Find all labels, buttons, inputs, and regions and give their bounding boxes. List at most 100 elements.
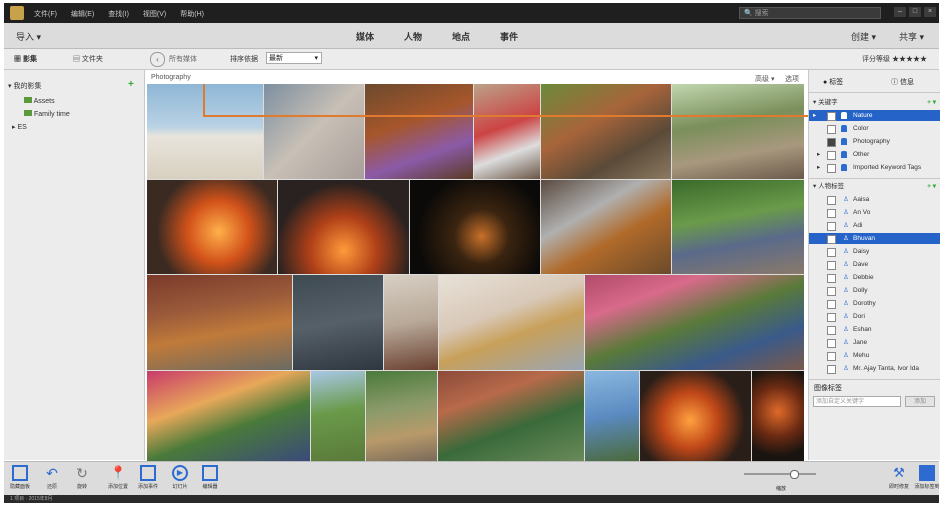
person-row[interactable]: ♙ Adi	[809, 220, 940, 231]
photo-thumbnail[interactable]	[293, 275, 383, 370]
menu-help[interactable]: 帮助(H)	[180, 9, 204, 19]
event-icon	[140, 465, 156, 481]
add-tag-button[interactable]: 添加	[905, 396, 935, 407]
minimize-icon[interactable]: –	[894, 7, 906, 17]
photo-thumbnail[interactable]	[541, 180, 671, 274]
photo-thumbnail[interactable]	[147, 275, 292, 370]
person-icon: ♙	[843, 196, 849, 203]
photo-thumbnail[interactable]	[585, 371, 639, 461]
person-row[interactable]: ♙ Mehu	[809, 350, 940, 361]
person-row[interactable]: ♙ Bhuvan	[809, 233, 940, 244]
person-row[interactable]: ♙ Dolly	[809, 285, 940, 296]
undo-icon: ↶	[46, 465, 58, 481]
keyword-row-imported[interactable]: ▸ Imported Keyword Tags	[809, 162, 940, 173]
close-icon[interactable]: ×	[924, 7, 936, 17]
tab-info[interactable]: ⓘ 信息	[891, 77, 914, 87]
undo-button[interactable]: ↶ 还原	[40, 465, 64, 490]
import-button[interactable]: 导入 ▾	[16, 30, 41, 43]
options-button[interactable]: 选项	[785, 74, 799, 84]
left-panel-tabs: ▦ 影集 ▤ 文件夹	[14, 54, 103, 64]
add-keyword-icon[interactable]: + ▾	[927, 97, 936, 108]
photo-thumbnail[interactable]	[585, 275, 804, 370]
photo-thumbnail[interactable]	[672, 180, 804, 274]
people-section-header[interactable]: ▾ 人物标签 + ▾	[809, 181, 940, 192]
tab-places[interactable]: 地点	[452, 30, 470, 43]
album-item[interactable]: ▸ ES	[12, 123, 27, 131]
person-row[interactable]: ♙ Dorothy	[809, 298, 940, 309]
person-row[interactable]: ♙ Debbie	[809, 272, 940, 283]
add-tag-to-button[interactable]: 添加标签到	[914, 465, 940, 490]
person-row[interactable]: ♙ An Vo	[809, 207, 940, 218]
main-toolbar: 导入 ▾ 媒体 人物 地点 事件 创建 ▾ 共享 ▾	[4, 23, 939, 49]
search-input[interactable]: 🔍 搜索	[739, 7, 881, 19]
tab-people[interactable]: 人物	[404, 30, 422, 43]
left-panel: ▾ 我的影集 + Assets Family time ▸ ES	[4, 70, 145, 460]
tab-events[interactable]: 事件	[500, 30, 518, 43]
person-row[interactable]: ♙ Dave	[809, 259, 940, 270]
add-location-button[interactable]: 📍 添加位置	[104, 465, 132, 490]
editor-button[interactable]: 编辑器	[196, 465, 224, 490]
menu-edit[interactable]: 编辑(E)	[71, 9, 94, 19]
photo-thumbnail[interactable]	[384, 275, 438, 370]
rotate-button[interactable]: ↻ 旋转	[70, 465, 94, 490]
photo-thumbnail[interactable]	[147, 84, 263, 179]
album-item[interactable]: Family time	[24, 110, 70, 118]
photo-thumbnail[interactable]	[474, 84, 540, 179]
maximize-icon[interactable]: □	[909, 7, 921, 17]
tab-tags[interactable]: ● 标签	[823, 77, 843, 87]
person-row[interactable]: ♙ Dori	[809, 311, 940, 322]
keyword-row-other[interactable]: ▸ Other	[809, 149, 940, 160]
add-event-button[interactable]: 添加事件	[134, 465, 162, 490]
sort-select[interactable]: 最新 ▾	[266, 52, 322, 64]
my-albums-header[interactable]: ▾ 我的影集	[8, 81, 41, 91]
photo-thumbnail[interactable]	[147, 180, 277, 274]
back-button[interactable]: ‹	[150, 52, 165, 67]
keyword-row-nature[interactable]: ▸ Nature	[809, 110, 940, 121]
person-icon: ♙	[843, 339, 849, 346]
share-button[interactable]: 共享 ▾	[899, 30, 924, 43]
menu-find[interactable]: 查找(I)	[108, 9, 129, 19]
rating-filter[interactable]: 评分等级 ★★★★★	[862, 54, 927, 64]
photo-thumbnail[interactable]	[366, 371, 437, 461]
photo-thumbnail[interactable]	[278, 180, 409, 274]
person-icon: ♙	[843, 365, 849, 372]
keyword-row-color[interactable]: Color	[809, 123, 940, 134]
slideshow-button[interactable]: ▶ 幻灯片	[166, 465, 194, 490]
add-album-icon[interactable]: +	[128, 79, 134, 90]
photo-thumbnail[interactable]	[311, 371, 365, 461]
zoom-slider-handle[interactable]	[790, 470, 799, 479]
tag-icon	[919, 465, 935, 481]
photo-thumbnail[interactable]	[410, 180, 540, 274]
person-row[interactable]: ♙ Aaisa	[809, 194, 940, 205]
person-icon: ♙	[843, 261, 849, 268]
person-row[interactable]: ♙ Mr. Ajay Tanta, Ivor Ida	[809, 363, 940, 374]
add-person-icon[interactable]: + ▾	[927, 181, 936, 192]
view-dropdown[interactable]: 高级 ▾	[755, 74, 774, 84]
person-icon: ♙	[843, 287, 849, 294]
create-button[interactable]: 创建 ▾	[851, 30, 876, 43]
tab-media[interactable]: 媒体	[356, 30, 374, 43]
tab-folders[interactable]: ▤ 文件夹	[73, 54, 103, 64]
hide-panel-button[interactable]: 隐藏面板	[6, 465, 34, 490]
photo-thumbnail[interactable]	[752, 371, 804, 461]
photo-thumbnail[interactable]	[365, 84, 473, 179]
album-item[interactable]: Assets	[24, 97, 55, 105]
photo-thumbnail[interactable]	[147, 371, 310, 461]
menu-view[interactable]: 视图(V)	[143, 9, 166, 19]
person-row[interactable]: ♙ Eshan	[809, 324, 940, 335]
photo-thumbnail[interactable]	[264, 84, 364, 179]
zoom-slider[interactable]	[744, 473, 816, 475]
person-row[interactable]: ♙ Daisy	[809, 246, 940, 257]
image-tags-input[interactable]: 添加自定义关键字	[813, 396, 901, 407]
person-row[interactable]: ♙ Jane	[809, 337, 940, 348]
photo-thumbnail[interactable]	[438, 371, 584, 461]
tab-albums[interactable]: ▦ 影集	[14, 54, 37, 64]
photo-thumbnail[interactable]	[640, 371, 751, 461]
keywords-section-header[interactable]: ▾ 关键字 + ▾	[809, 97, 940, 108]
instant-fix-button[interactable]: ⚒ 即时修复	[886, 465, 912, 490]
keyword-row-photography[interactable]: Photography	[809, 136, 940, 147]
photo-thumbnail[interactable]	[672, 84, 804, 179]
photo-thumbnail[interactable]	[439, 275, 584, 370]
menu-file[interactable]: 文件(F)	[34, 9, 57, 19]
photo-thumbnail[interactable]	[541, 84, 671, 179]
